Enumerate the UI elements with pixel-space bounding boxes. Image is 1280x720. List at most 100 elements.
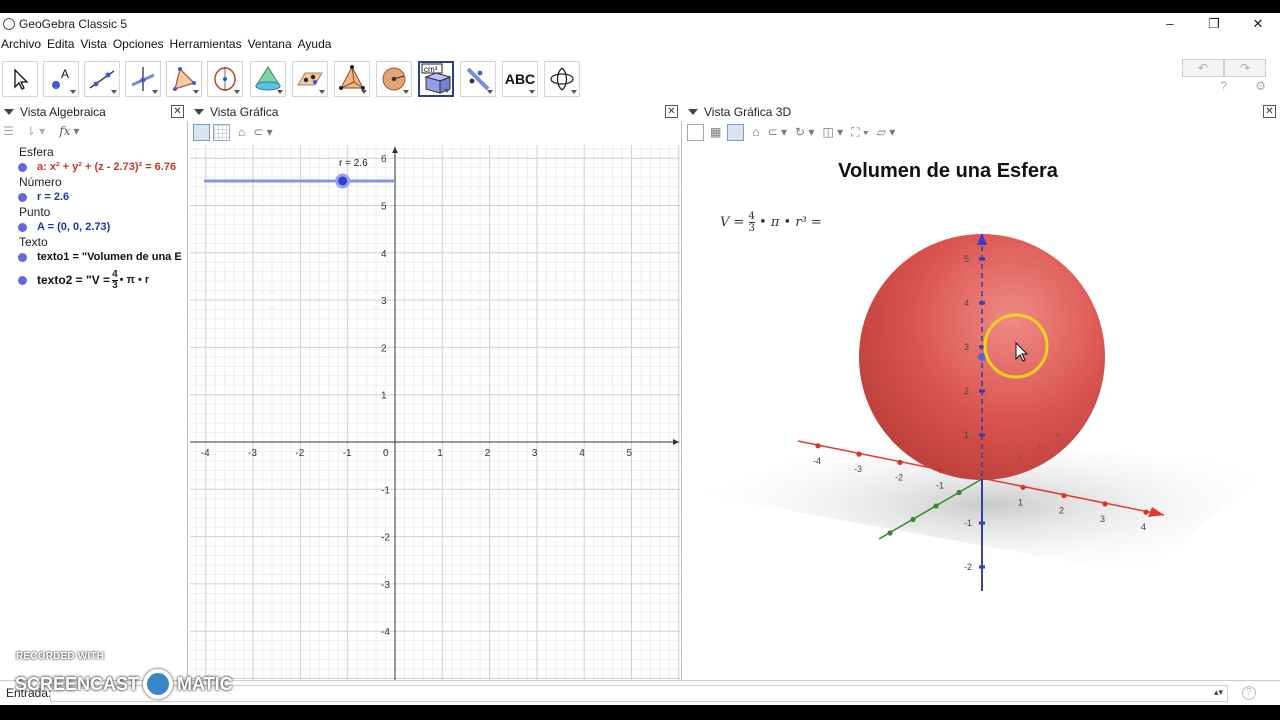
pyramid-tool-button[interactable] (250, 61, 286, 97)
object-number-r[interactable]: r = 2.6 (0, 190, 188, 205)
volume-tool-button[interactable]: cm³ (418, 61, 454, 97)
menu-vista[interactable]: Vista (79, 37, 110, 51)
visibility-dot-icon[interactable] (18, 163, 27, 172)
grid-toggle-icon[interactable]: ▦ (710, 125, 721, 139)
close-button[interactable]: ✕ (1236, 13, 1280, 34)
x-tick-label: -1 (936, 481, 944, 491)
toggle-3d-axes-button[interactable] (687, 123, 704, 141)
close-graphics-view-button[interactable]: ✕ (665, 105, 678, 118)
close-graphics-3d-view-button[interactable]: ✕ (1263, 105, 1276, 118)
reflect-tool-button[interactable] (460, 61, 496, 97)
graphics-3d-canvas[interactable]: -4 -3 -2 -1 1 2 3 4 5 4 3 2 1 -1 -2 (684, 145, 1280, 680)
plane-points-icon (297, 72, 323, 86)
object-point-a[interactable]: A = (0, 0, 2.73) (0, 220, 188, 235)
visibility-dot-icon[interactable] (18, 275, 27, 285)
object-sphere-a[interactable]: a: x² + y² + (z - 2.73)² = 6.76 (0, 160, 188, 175)
y-tick-label: 6 (381, 154, 387, 165)
x-tick-label: -1 (343, 448, 352, 459)
slider-handle[interactable] (335, 173, 351, 189)
menu-opciones[interactable]: Opciones (112, 37, 168, 51)
help-icon[interactable]: ? (1221, 79, 1228, 93)
input-history-spinner[interactable]: ▴▾ (1214, 687, 1223, 698)
minimize-button[interactable]: – (1148, 13, 1192, 34)
z-tick-label: 1 (964, 430, 969, 440)
redo-button[interactable]: ↷ (1224, 59, 1266, 77)
object-texto2[interactable]: texto2 = "V = 43 • π • r (0, 265, 188, 295)
polygon-icon (173, 67, 196, 91)
x-tick-label: -2 (295, 448, 304, 459)
home-icon[interactable]: ⌂ (238, 125, 245, 139)
x-tick-label: -4 (201, 448, 210, 459)
category-texto[interactable]: Texto (0, 235, 188, 250)
geogebra-logo-icon (3, 17, 15, 30)
menu-lines-icon[interactable]: ☰ (3, 124, 14, 138)
home-icon[interactable]: ⌂ (752, 125, 759, 139)
rotate-view-icon[interactable]: ↻ ▾ (795, 125, 814, 139)
restore-button[interactable]: ❐ (1192, 13, 1236, 34)
y-tick-label: 1 (381, 391, 387, 402)
polygon-tool-button[interactable] (166, 61, 202, 97)
rotate-3d-icon (550, 67, 574, 91)
tetrahedron-tool-button[interactable] (334, 61, 370, 97)
clipping-icon[interactable]: ◫ ▾ (822, 125, 843, 139)
text-tool-button[interactable]: ABC (502, 61, 538, 97)
visibility-dot-icon[interactable] (18, 223, 27, 232)
visibility-dot-icon[interactable] (18, 193, 27, 202)
y-axis-arrow (392, 147, 398, 153)
graphics-3d-view-panel: Vista Gráfica 3D ✕ ▦ ⌂ ⊂ ▾ ↻ ▾ ◫ ▾ ⛶ ▾ ▱… (684, 103, 1280, 680)
toggle-axes-button[interactable] (193, 123, 210, 141)
close-algebra-view-button[interactable]: ✕ (171, 105, 184, 118)
category-esfera[interactable]: Esfera (0, 145, 188, 160)
toolbar: A cm³ ABC ↶ ↷ ? ⚙ (0, 59, 1280, 99)
collapse-arrow-icon[interactable] (688, 109, 698, 115)
menu-archivo[interactable]: Archivo (0, 37, 45, 51)
category-numero[interactable]: Número (0, 175, 188, 190)
number-r-value: r = 2.6 (37, 191, 70, 203)
undo-button[interactable]: ↶ (1182, 59, 1224, 77)
letterbox-top (0, 0, 1280, 13)
rotate-view-tool-button[interactable] (544, 61, 580, 97)
z-tick-label: 2 (964, 386, 969, 396)
graphics-3d-style-bar: ▦ ⌂ ⊂ ▾ ↻ ▾ ◫ ▾ ⛶ ▾ ▱ ▾ (684, 121, 1280, 143)
toggle-plane-button[interactable] (727, 123, 745, 141)
sphere-equation: a: x² + y² + (z - 2.73)² = 6.76 (37, 161, 177, 173)
x-tick-dot (1102, 501, 1108, 507)
collapse-arrow-icon[interactable] (194, 109, 204, 115)
x-tick-label: 5 (627, 448, 633, 459)
menu-edita[interactable]: Edita (46, 37, 78, 51)
y-tick-label: 3 (381, 296, 387, 307)
sphere-tool-button[interactable] (376, 61, 412, 97)
move-tool-button[interactable] (2, 61, 38, 97)
slider-label: r = 2.6 (339, 158, 368, 169)
sort-icon[interactable]: ⇂ ▾ (26, 124, 45, 138)
visibility-dot-icon[interactable] (18, 253, 27, 262)
x-tick-label: 1 (437, 448, 443, 459)
x-tick-label: 3 (1100, 514, 1105, 524)
line-tool-button[interactable] (84, 61, 120, 97)
graphics-2d-canvas[interactable]: -4 -3 -2 -1 0 1 2 3 4 5 6 5 4 3 2 1 -1 -2 -3 -4 r = 2.6 (190, 145, 682, 680)
fx-icon[interactable]: fx (59, 124, 70, 138)
menu-herramientas[interactable]: Herramientas (169, 37, 246, 51)
x-tick-label: 2 (1059, 506, 1064, 516)
y-tick-dot-back (998, 465, 1004, 471)
settings-gear-icon[interactable]: ⚙ (1255, 79, 1266, 93)
projection-icon[interactable]: ⛶ ▾ (851, 125, 869, 140)
x-tick-dot (1143, 509, 1149, 515)
geogebra-window: GeoGebra Classic 5 – ❐ ✕ Archivo Edita V… (0, 13, 1280, 705)
circle-tool-button[interactable] (207, 61, 243, 97)
input-help-icon[interactable]: ? (1242, 686, 1256, 700)
object-texto1[interactable]: texto1 = "Volumen de una E (0, 250, 188, 265)
undo-redo-group: ↶ ↷ (1182, 59, 1266, 77)
menu-ayuda[interactable]: Ayuda (297, 37, 336, 51)
y-tick-dot (956, 489, 962, 496)
view-direction-icon[interactable]: ▱ ▾ (877, 125, 896, 139)
perpendicular-tool-button[interactable] (125, 61, 161, 97)
conic-tool-button[interactable] (292, 61, 328, 97)
menu-ventana[interactable]: Ventana (247, 37, 296, 51)
point-tool-button[interactable]: A (43, 61, 79, 97)
toggle-grid-button[interactable] (213, 123, 230, 141)
category-punto[interactable]: Punto (0, 205, 188, 220)
point-capture-icon[interactable]: ⊂ ▾ (253, 125, 272, 139)
collapse-arrow-icon[interactable] (4, 109, 14, 115)
point-capture-icon[interactable]: ⊂ ▾ (768, 125, 787, 139)
